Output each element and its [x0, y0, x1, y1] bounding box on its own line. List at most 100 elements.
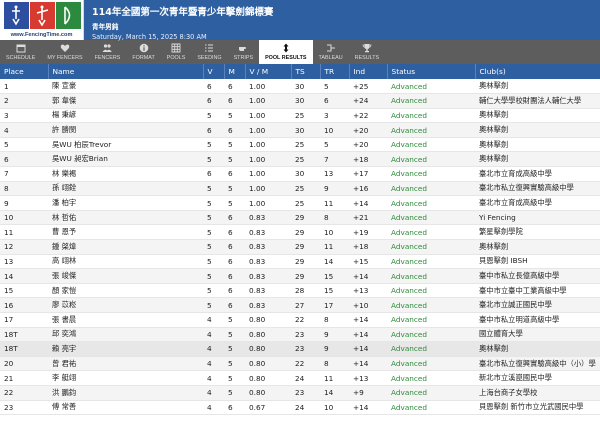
column-header[interactable]: V / M [245, 64, 292, 79]
name-cell[interactable]: 林 哲佑 [48, 210, 203, 226]
ind-cell: +19 [349, 224, 387, 241]
column-header[interactable]: TR [320, 64, 350, 79]
table-row[interactable]: 6 吳WU 昶宏Brian 5 5 1.00 25 7 +18 Advanced 奧林擊劍 [0, 151, 600, 168]
m-cell: 5 [224, 312, 245, 328]
name-cell[interactable]: 高 翊林 [48, 254, 203, 270]
ind-cell: +14 [349, 268, 387, 284]
vm-cell: 0.83 [245, 283, 291, 299]
name-cell[interactable]: 傅 常善 [48, 400, 203, 416]
name-cell[interactable]: 孫 翊銓 [48, 181, 203, 197]
name-cell[interactable]: 鍾 棨煒 [48, 239, 203, 255]
name-cell[interactable]: 林 樂裼 [48, 166, 203, 182]
column-header[interactable]: Status [387, 64, 476, 79]
column-header[interactable]: Club(s) [475, 64, 600, 79]
place-cell: 15 [0, 283, 48, 299]
name-cell[interactable]: 廖 苡崧 [48, 297, 203, 313]
v-cell: 4 [203, 356, 224, 372]
tr-cell: 7 [320, 151, 349, 168]
name-cell[interactable]: 郭 韋傑 [48, 93, 203, 109]
place-cell: 9 [0, 195, 48, 211]
tab-seeding[interactable]: Seeding [191, 40, 227, 64]
name-cell[interactable]: 張 竣傑 [48, 268, 203, 284]
tab-results[interactable]: Results [349, 40, 385, 64]
table-row[interactable]: 16 廖 苡崧 5 6 0.83 27 17 +10 Advanced 臺北市立誠正國民中學 [0, 297, 600, 313]
table-row[interactable]: 1陳 宣豪 6 6 1.00 30 5 +25 Advanced 奧林擊劍 [0, 79, 600, 95]
status-cell: Advanced [387, 151, 475, 168]
tab-strips[interactable]: Strips [228, 40, 259, 64]
tab-format[interactable]: Format [126, 40, 160, 64]
club-cell: 奧林擊劍 [475, 151, 600, 168]
column-header[interactable]: M [224, 64, 246, 79]
table-row[interactable]: 18T 邱 奕鴻 4 5 0.80 23 9 +14 Advanced 國立體育大學 [0, 327, 600, 343]
vm-cell: 0.83 [245, 239, 291, 255]
name-cell[interactable]: 潘 柏宇 [48, 195, 203, 211]
name-cell[interactable]: 曾 君祐 [48, 356, 203, 372]
people-icon [102, 44, 113, 52]
table-row[interactable]: 22 洪 鵬鈞 4 5 0.80 23 14 +9 Advanced 上海台商子女學校 [0, 385, 600, 401]
table-row[interactable]: 4許 勝閔 6 6 1.00 30 10 +20 Advanced 奧林擊劍 [0, 122, 600, 138]
table-row[interactable]: 9潘 柏宇 5 5 1.00 25 11 +14 Advanced 臺北市立育成高級中學 [0, 195, 600, 211]
place-cell: 22 [0, 385, 48, 401]
name-cell[interactable]: 楊 秉諺 [48, 108, 203, 124]
status-cell: Advanced [387, 341, 475, 357]
table-row[interactable]: 20 曾 君祐 4 5 0.80 22 8 +14 Advanced 臺北市私立復興實驗高級中（小… [0, 356, 600, 372]
name-cell[interactable]: 許 勝閔 [48, 122, 203, 138]
tr-cell: 9 [320, 181, 349, 197]
name-cell[interactable]: 陳 宣豪 [48, 79, 203, 95]
place-cell: 11 [0, 224, 48, 241]
column-header[interactable]: V [203, 64, 225, 79]
table-row[interactable]: 17 張 書晨 4 5 0.80 22 8 +14 Advanced 臺中市私立明道高級中學 [0, 312, 600, 328]
table-row[interactable]: 8孫 翊銓 5 5 1.00 25 9 +16 Advanced 臺北市私立復興實驗高級中學 [0, 181, 600, 197]
tab-fencers[interactable]: Fencers [89, 40, 127, 64]
ts-cell: 30 [291, 93, 320, 109]
fencingtime-logo[interactable]: www.FencingTime.com [0, 0, 84, 40]
tab-my-fencers[interactable]: My Fencers [41, 40, 88, 64]
name-cell[interactable]: 曹 恩予 [48, 224, 203, 241]
column-header[interactable]: TS [291, 64, 321, 79]
name-cell[interactable]: 賴 亮宇 [48, 341, 203, 357]
place-cell: 14 [0, 268, 48, 284]
table-row[interactable]: 10 林 哲佑 5 6 0.83 29 8 +21 Advanced Yi Fencing [0, 210, 600, 226]
ts-cell: 29 [291, 254, 320, 270]
name-cell[interactable]: 吳WU 昶宏Brian [48, 151, 203, 168]
table-row[interactable]: 15 顏 家愷 5 6 0.83 28 15 +13 Advanced 臺中市立臺中工業高級中學 [0, 283, 600, 299]
v-cell: 5 [203, 181, 224, 197]
ts-cell: 25 [291, 137, 320, 153]
table-row[interactable]: 12 鍾 棨煒 5 6 0.83 29 11 +18 Advanced 奧林擊劍 [0, 239, 600, 255]
ind-cell: +14 [349, 195, 387, 211]
column-header[interactable]: Ind [349, 64, 388, 79]
ind-cell: +18 [349, 239, 387, 255]
name-cell[interactable]: 李 艇翊 [48, 370, 203, 386]
place-cell: 17 [0, 312, 48, 328]
table-row[interactable]: 7林 樂裼 6 6 1.00 30 13 +17 Advanced 臺北市立育成高級中學 [0, 166, 600, 182]
vm-cell: 1.00 [245, 166, 291, 182]
vm-cell: 1.00 [245, 181, 291, 197]
tab-tableau[interactable]: Tableau [313, 40, 349, 64]
ts-cell: 28 [291, 283, 320, 299]
table-row[interactable]: 18T 賴 亮宇 4 5 0.80 23 9 +14 Advanced 奧林擊劍 [0, 341, 600, 357]
table-row[interactable]: 11 曹 恩予 5 6 0.83 29 10 +19 Advanced 繁星擊劍學院 [0, 224, 600, 241]
table-row[interactable]: 13 高 翊林 5 6 0.83 29 14 +15 Advanced 貝恩擊劍 IBSH [0, 254, 600, 270]
table-row[interactable]: 2郭 韋傑 6 6 1.00 30 6 +24 Advanced 輔仁大學學校財團法人輔仁大學 [0, 93, 600, 109]
table-row[interactable]: 14 張 竣傑 5 6 0.83 29 15 +14 Advanced 臺中市私立長億高級中學 [0, 268, 600, 284]
name-cell[interactable]: 顏 家愷 [48, 283, 203, 299]
table-row[interactable]: 21 李 艇翊 4 5 0.80 24 11 +13 Advanced 新北市立溪崑國民中學 [0, 370, 600, 386]
name-cell[interactable]: 吳WU 柏辰Trevor [48, 137, 203, 153]
vm-cell: 1.00 [245, 195, 291, 211]
tab-pools[interactable]: Pools [161, 40, 192, 64]
tab-label: My Fencers [47, 55, 83, 61]
column-header[interactable]: Place [0, 64, 49, 79]
name-cell[interactable]: 張 書晨 [48, 312, 203, 328]
vm-cell: 1.00 [245, 79, 291, 95]
table-row[interactable]: 23 傅 常善 4 6 0.67 24 10 +14 Advanced 貝恩擊劍 新竹市立光武國民… [0, 400, 600, 416]
club-cell: 國立體育大學 [475, 327, 600, 343]
table-row[interactable]: 5 吳WU 柏辰Trevor 5 5 1.00 25 5 +20 Advanced 奧林擊劍 [0, 137, 600, 153]
place-cell: 3 [0, 108, 48, 124]
tab-schedule[interactable]: Schedule [0, 40, 41, 64]
ts-cell: 25 [291, 151, 320, 168]
name-cell[interactable]: 邱 奕鴻 [48, 327, 203, 343]
table-row[interactable]: 3楊 秉諺 5 5 1.00 25 3 +22 Advanced 奧林擊劍 [0, 108, 600, 124]
name-cell[interactable]: 洪 鵬鈞 [48, 385, 203, 401]
tab-pool-results[interactable]: Pool Results [259, 40, 313, 64]
column-header[interactable]: Name [48, 64, 204, 79]
